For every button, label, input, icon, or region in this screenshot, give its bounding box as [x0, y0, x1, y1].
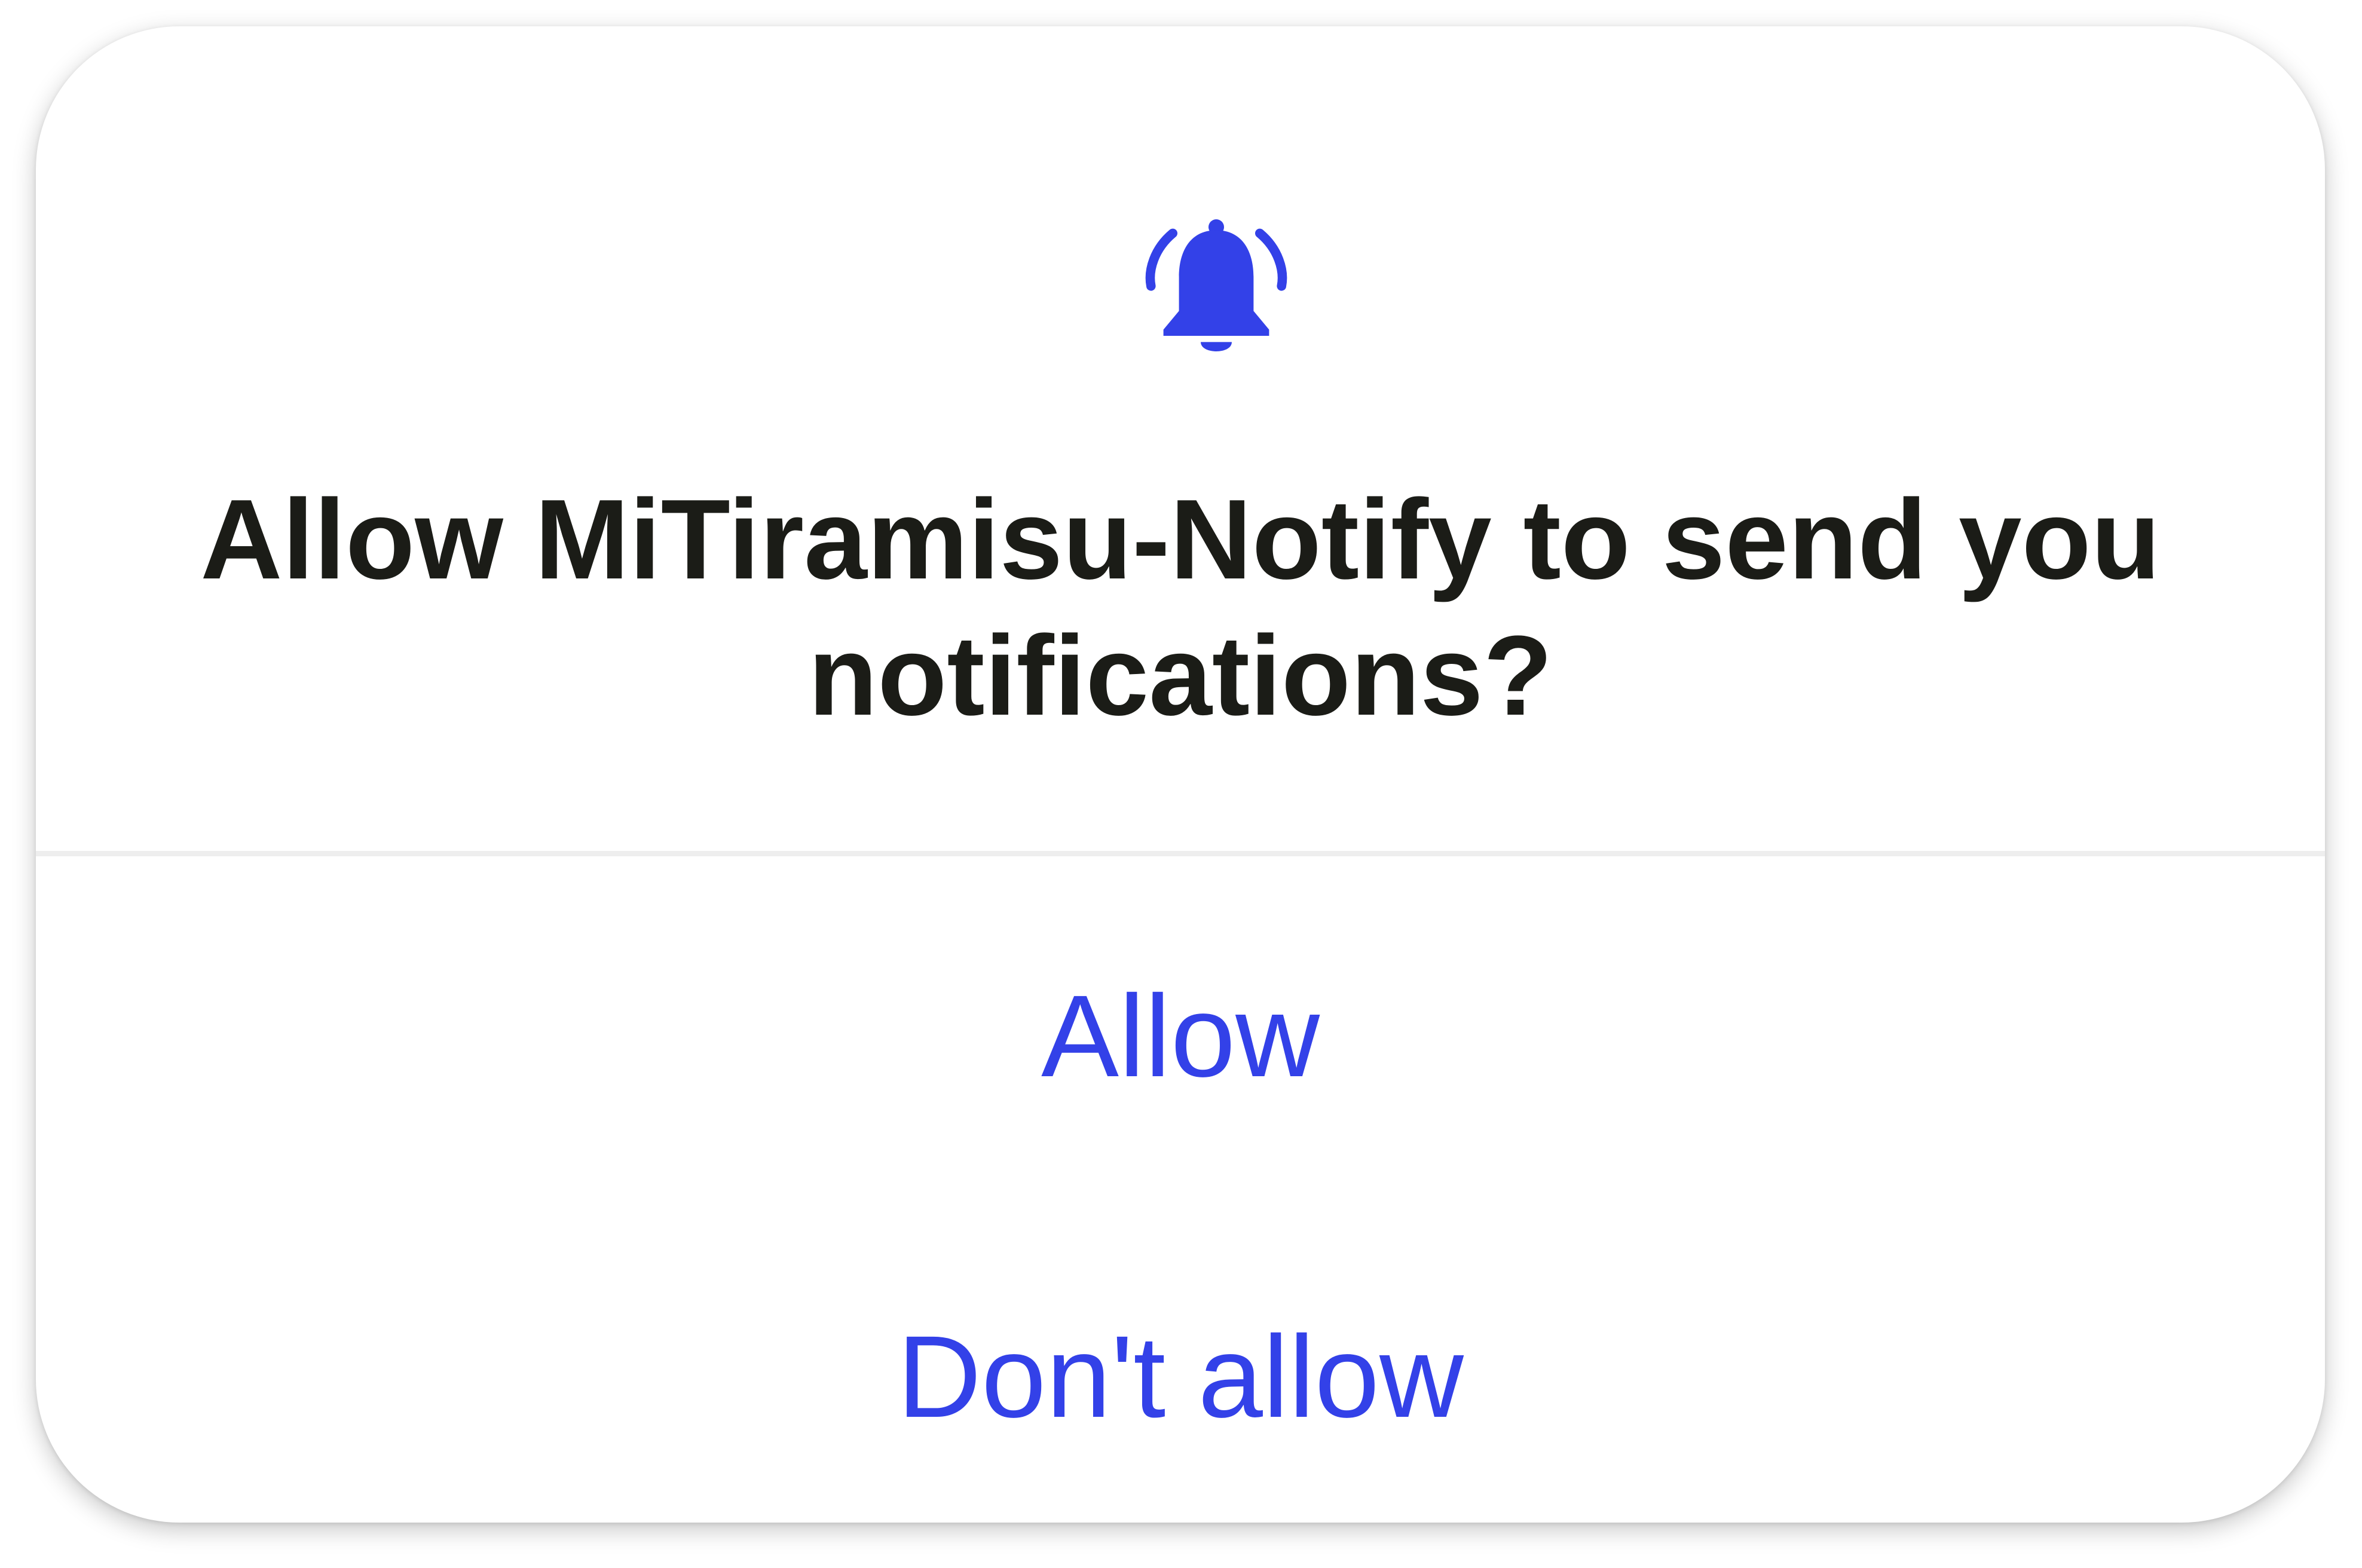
allow-button[interactable]: Allow: [36, 958, 2325, 1114]
dialog-title: Allow MiTiramisu-Notify to send you noti…: [200, 476, 2161, 739]
dialog-divider: [36, 851, 2325, 856]
notification-bell-icon: [1139, 212, 1294, 367]
notification-permission-dialog: Allow MiTiramisu-Notify to send you noti…: [36, 26, 2325, 1523]
dont-allow-button[interactable]: Don't allow: [36, 1299, 2325, 1454]
